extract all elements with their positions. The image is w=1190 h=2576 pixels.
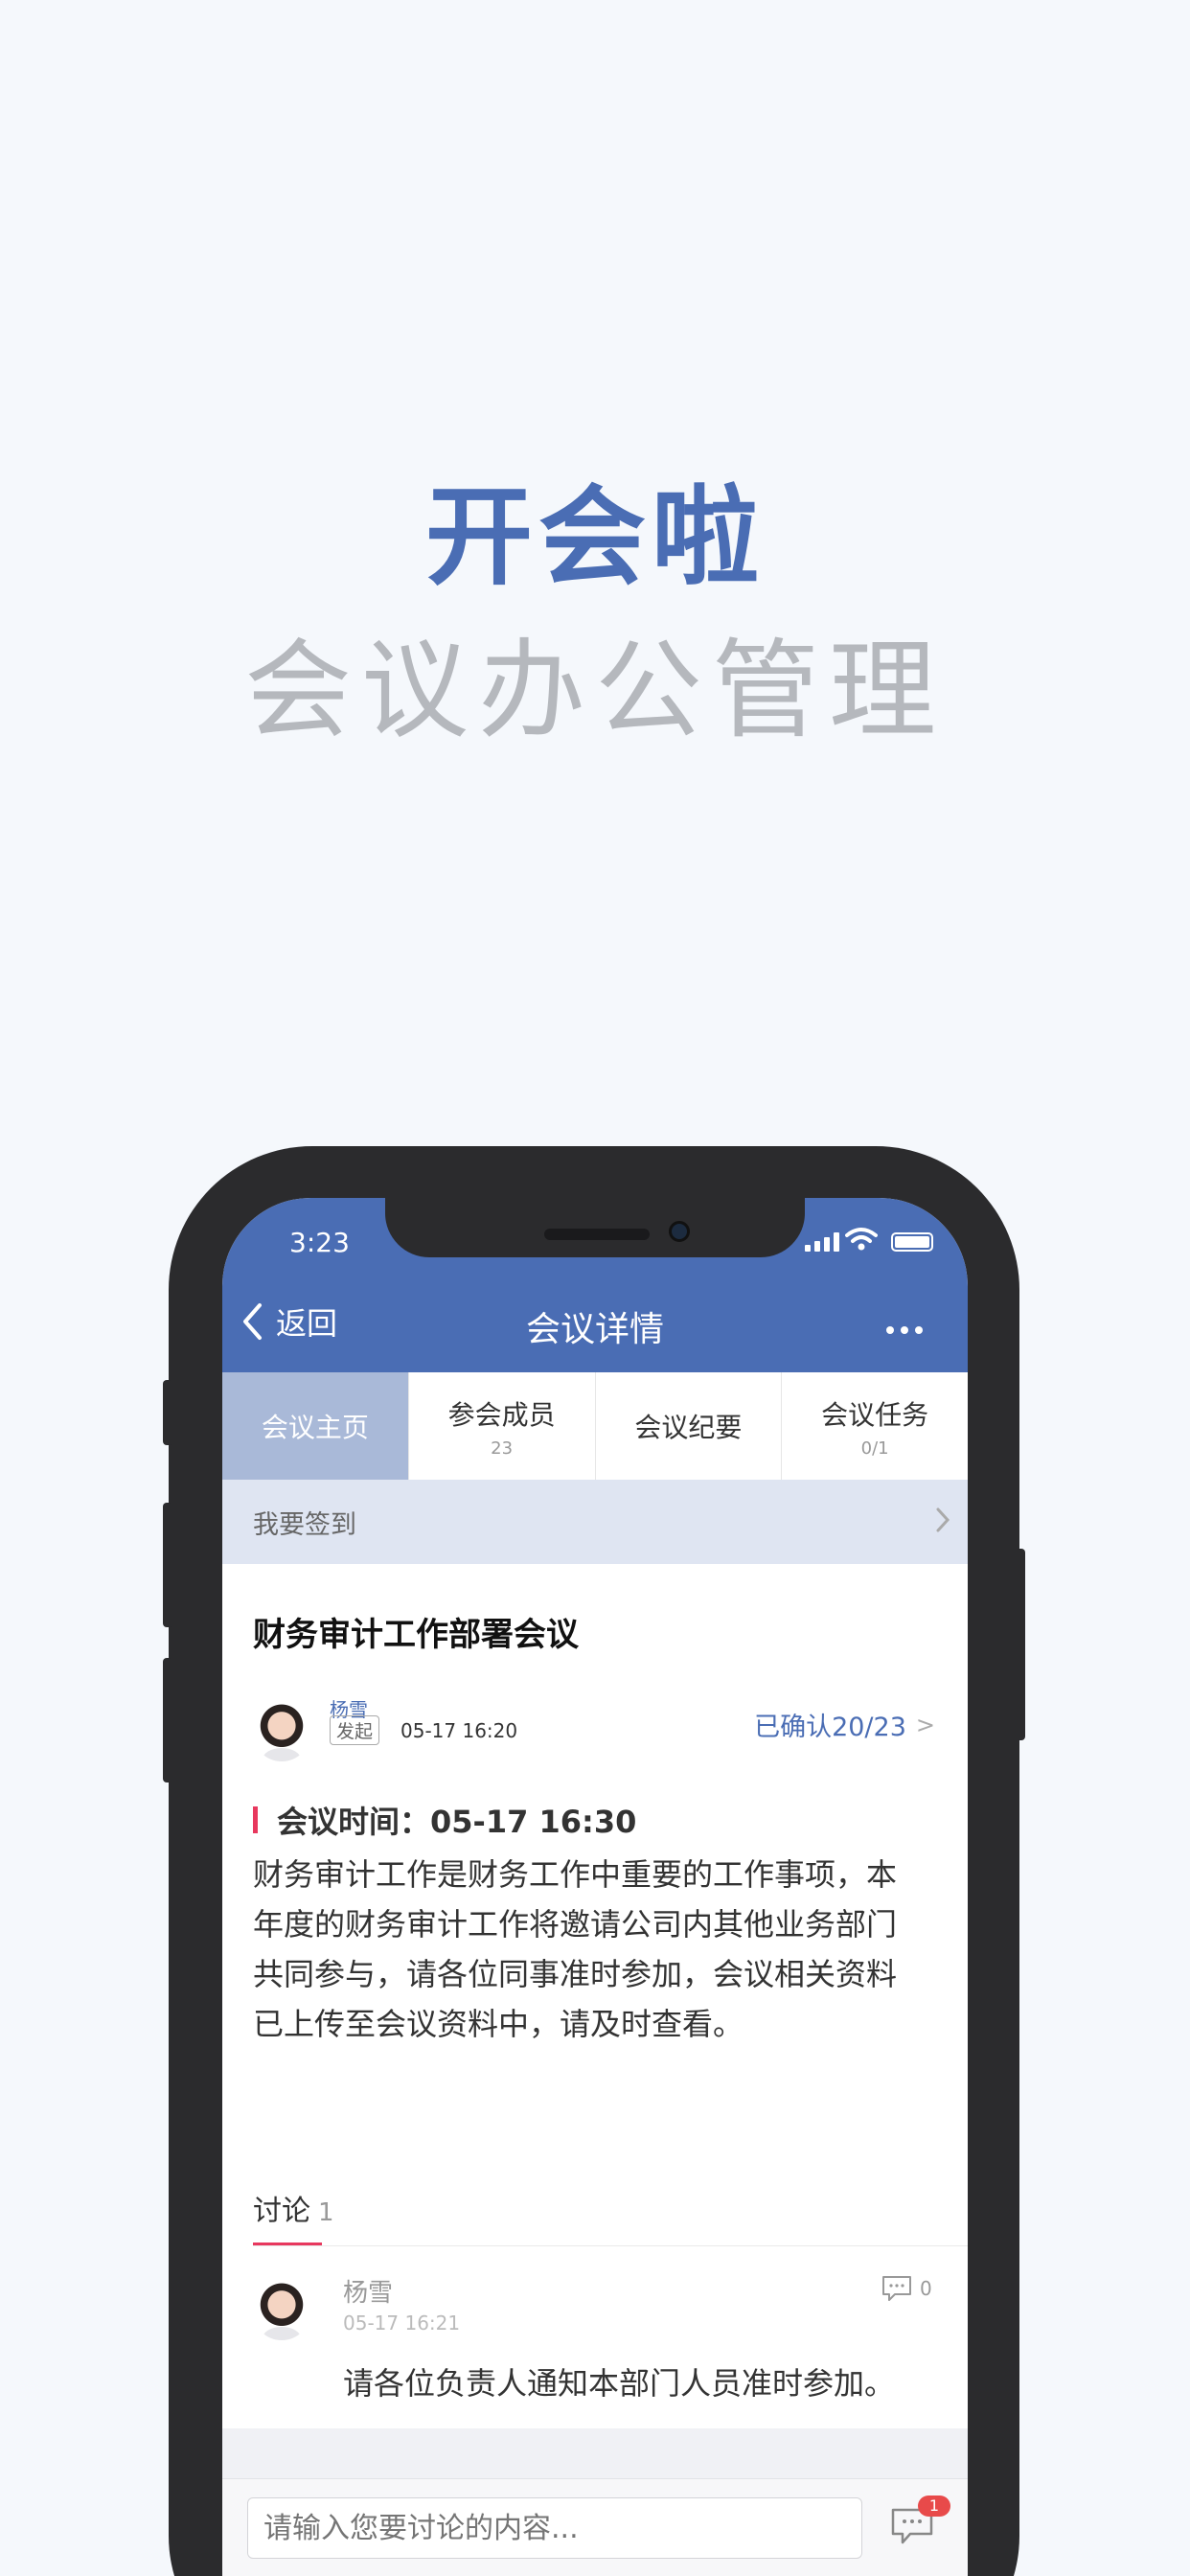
sign-in-label: 我要签到 [253,1509,356,1540]
divider [253,2245,968,2246]
comment-author: 杨雪 [343,2279,394,2308]
comment-icon[interactable] [881,2275,912,2302]
chevron-right-icon [936,1507,950,1532]
tab-count: 23 [491,1438,514,1459]
tab-discussion[interactable]: 讨论 1 [253,2187,334,2229]
phone-volume-down [163,1658,172,1782]
phone-silent-switch [163,1380,172,1445]
notch [385,1198,805,1257]
chevron-right-icon: > [915,1711,935,1738]
more-icon[interactable] [886,1326,923,1334]
unread-badge: 1 [918,2496,950,2517]
status-time: 3:23 [289,1227,350,1258]
discussion-input[interactable] [247,2497,862,2559]
accent-bar [253,1806,258,1833]
speaker [544,1229,650,1240]
hero-subtitle: 会议办公管理 [244,629,946,753]
tab-count: 0/1 [860,1438,889,1459]
comment-avatar[interactable] [253,2283,310,2340]
phone-screen: 3:23 返回 会议详情 会议主页 参会成员 23 会议纪要 会议任务 0/1 [222,1198,968,2576]
meeting-description: 财务审计工作是财务工作中重要的工作事项，本年度的财务审计工作将邀请公司内其他业务… [253,1856,898,2042]
confirmed-link[interactable]: 已确认20/23 > [754,1706,935,1743]
tab-tasks[interactable]: 会议任务 0/1 [782,1372,968,1480]
wifi-icon [845,1228,878,1251]
page-title: 会议详情 [525,1310,664,1349]
tab-members[interactable]: 参会成员 23 [409,1372,596,1480]
avatar[interactable] [253,1704,310,1761]
sign-in-row[interactable]: 我要签到 [222,1480,968,1564]
meeting-tabs: 会议主页 参会成员 23 会议纪要 会议任务 0/1 [222,1372,968,1480]
tab-label: 会议主页 [261,1412,369,1443]
meeting-title: 财务审计工作部署会议 [253,1616,579,1654]
hero-title: 开会啦 [425,475,765,600]
signal-icon [805,1232,839,1252]
phone-volume-up [163,1503,172,1627]
created-time: 05-17 16:20 [400,1719,518,1742]
tab-label: 会议纪要 [634,1412,743,1443]
tab-label: 参会成员 [447,1398,556,1431]
discussion-count: 1 [318,2198,334,2227]
battery-icon [891,1232,933,1252]
tab-meeting-home[interactable]: 会议主页 [222,1372,409,1480]
tab-minutes[interactable]: 会议纪要 [596,1372,783,1480]
confirmed-count: 已确认20/23 [754,1713,906,1742]
phone-power-button [1016,1549,1025,1740]
comment-time: 05-17 16:21 [343,2312,461,2334]
meeting-time-label: 会议时间：05-17 16:30 [277,1804,637,1840]
tab-label: 会议任务 [821,1398,929,1431]
discussion-label: 讨论 [253,2195,310,2228]
meeting-time: 会议时间：05-17 16:30 [253,1798,636,1842]
initiator-badge: 发起 [330,1715,380,1745]
comment-text: 请各位负责人通知本部门人员准时参加。 [343,2365,896,2402]
front-camera [669,1221,690,1242]
reply-count: 0 [920,2277,932,2300]
